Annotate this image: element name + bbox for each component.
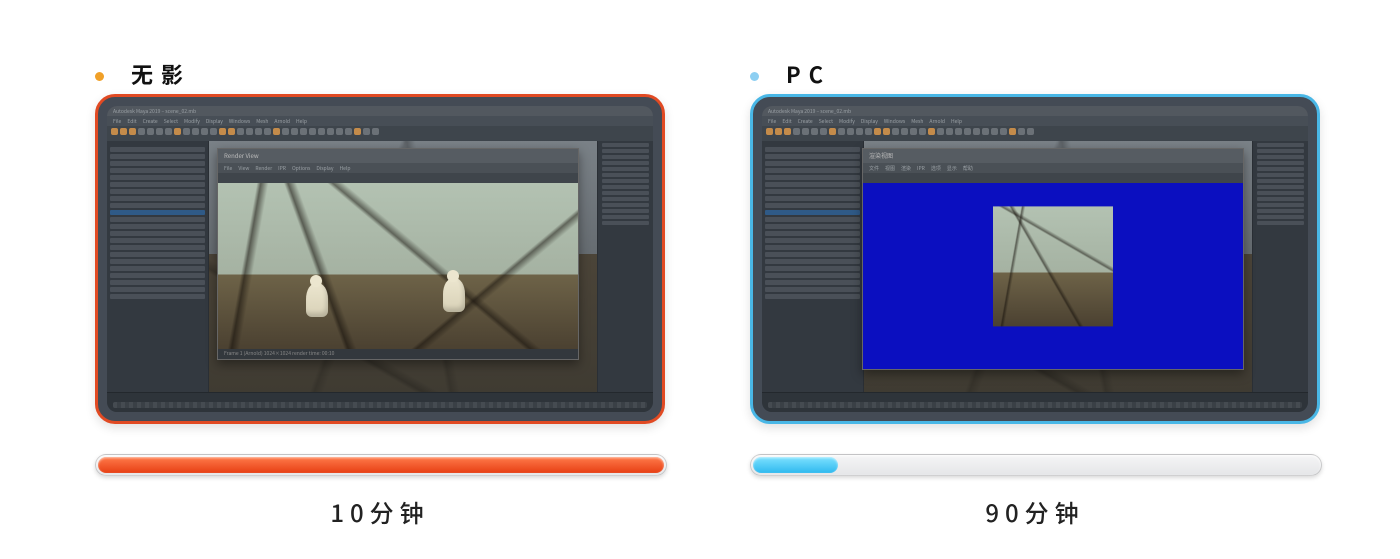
render-title: 渲染视图	[863, 149, 1243, 163]
menu-item[interactable]: Modify	[839, 118, 855, 125]
render-completed-region	[993, 206, 1113, 326]
heading-pc-text: PC	[786, 58, 831, 90]
menu-item[interactable]: Windows	[229, 118, 250, 125]
render-menu[interactable]: 文件 视图 渲染 IPR 选项 显示 帮助	[863, 163, 1243, 173]
dot-pc	[750, 72, 759, 81]
render-output	[218, 183, 578, 349]
menu-item[interactable]: File	[224, 165, 232, 172]
heading-wuying-text: 无影	[131, 58, 191, 90]
menu-item[interactable]: Options	[292, 165, 310, 172]
menu-item[interactable]: Create	[798, 118, 813, 125]
heading-pc: PC	[750, 58, 831, 90]
shelf-pc[interactable]	[762, 126, 1308, 141]
menu-item[interactable]: Select	[164, 118, 178, 125]
render-window-wuying[interactable]: Render View File View Render IPR Options…	[217, 148, 579, 360]
app-title-pc: Autodesk Maya 2019 – scene_02.mb	[762, 106, 1308, 116]
timeline-pc[interactable]	[762, 392, 1308, 412]
menu-item[interactable]: Edit	[782, 118, 791, 125]
menu-item[interactable]: Arnold	[929, 118, 945, 125]
menu-item[interactable]: Mesh	[256, 118, 268, 125]
render-toolbar[interactable]	[218, 173, 578, 183]
menu-item[interactable]: File	[768, 118, 776, 125]
app-menubar-wuying[interactable]: File Edit Create Select Modify Display W…	[107, 116, 653, 126]
bird-icon	[443, 278, 465, 312]
menu-item[interactable]: Help	[951, 118, 962, 125]
menu-item[interactable]: Display	[206, 118, 223, 125]
menu-item[interactable]: Help	[296, 118, 307, 125]
menu-item[interactable]: Select	[819, 118, 833, 125]
menu-item[interactable]: Mesh	[911, 118, 923, 125]
bird-icon	[306, 283, 328, 317]
caption-wuying: 10分钟	[95, 494, 665, 529]
render-status: Frame 1 (Arnold) 1024×1024 render time: …	[218, 349, 578, 359]
menu-item[interactable]: View	[238, 165, 249, 172]
monitor-pc: Autodesk Maya 2019 – scene_02.mb File Ed…	[750, 94, 1320, 424]
menu-item[interactable]: 帮助	[963, 165, 973, 172]
outliner-pc[interactable]	[762, 141, 864, 392]
render-canvas-inprogress	[863, 183, 1243, 369]
panel-wuying: 无影 Autodesk Maya 2019 – scene_02.mb File…	[95, 60, 665, 529]
heading-wuying: 无影	[95, 58, 191, 90]
app-title-wuying: Autodesk Maya 2019 – scene_02.mb	[107, 106, 653, 116]
caption-pc: 90分钟	[750, 494, 1320, 529]
menu-item[interactable]: 文件	[869, 165, 879, 172]
menu-item[interactable]: 视图	[885, 165, 895, 172]
attribute-editor-pc[interactable]	[1252, 141, 1308, 392]
progress-fill-wuying	[98, 457, 664, 473]
menu-item[interactable]: IPR	[917, 165, 925, 172]
menu-item[interactable]: Edit	[127, 118, 136, 125]
menu-item[interactable]: Render	[255, 165, 272, 172]
attribute-editor-wuying[interactable]	[597, 141, 653, 392]
progress-bar-pc	[750, 454, 1322, 476]
menu-item[interactable]: IPR	[278, 165, 286, 172]
progress-fill-pc	[753, 457, 838, 473]
screen-pc: Autodesk Maya 2019 – scene_02.mb File Ed…	[762, 106, 1308, 412]
menu-item[interactable]: Display	[861, 118, 878, 125]
render-menu[interactable]: File View Render IPR Options Display Hel…	[218, 163, 578, 173]
progress-bar-wuying	[95, 454, 667, 476]
render-title: Render View	[218, 149, 578, 163]
menu-item[interactable]: Display	[316, 165, 333, 172]
render-window-pc[interactable]: 渲染视图 文件 视图 渲染 IPR 选项 显示 帮助	[862, 148, 1244, 370]
menu-item[interactable]: 选项	[931, 165, 941, 172]
render-toolbar[interactable]	[863, 173, 1243, 183]
dot-wuying	[95, 72, 104, 81]
menu-item[interactable]: Create	[143, 118, 158, 125]
app-menubar-pc[interactable]: File Edit Create Select Modify Display W…	[762, 116, 1308, 126]
menu-item[interactable]: 渲染	[901, 165, 911, 172]
menu-item[interactable]: Help	[339, 165, 350, 172]
menu-item[interactable]: 显示	[947, 165, 957, 172]
shelf-wuying[interactable]	[107, 126, 653, 141]
panel-pc: PC Autodesk Maya 2019 – scene_02.mb File…	[750, 60, 1320, 529]
timeline-wuying[interactable]	[107, 392, 653, 412]
menu-item[interactable]: Windows	[884, 118, 905, 125]
menu-item[interactable]: Modify	[184, 118, 200, 125]
outliner-wuying[interactable]	[107, 141, 209, 392]
menu-item[interactable]: File	[113, 118, 121, 125]
monitor-wuying: Autodesk Maya 2019 – scene_02.mb File Ed…	[95, 94, 665, 424]
menu-item[interactable]: Arnold	[274, 118, 290, 125]
comparison-stage: 无影 Autodesk Maya 2019 – scene_02.mb File…	[0, 0, 1400, 559]
screen-wuying: Autodesk Maya 2019 – scene_02.mb File Ed…	[107, 106, 653, 412]
